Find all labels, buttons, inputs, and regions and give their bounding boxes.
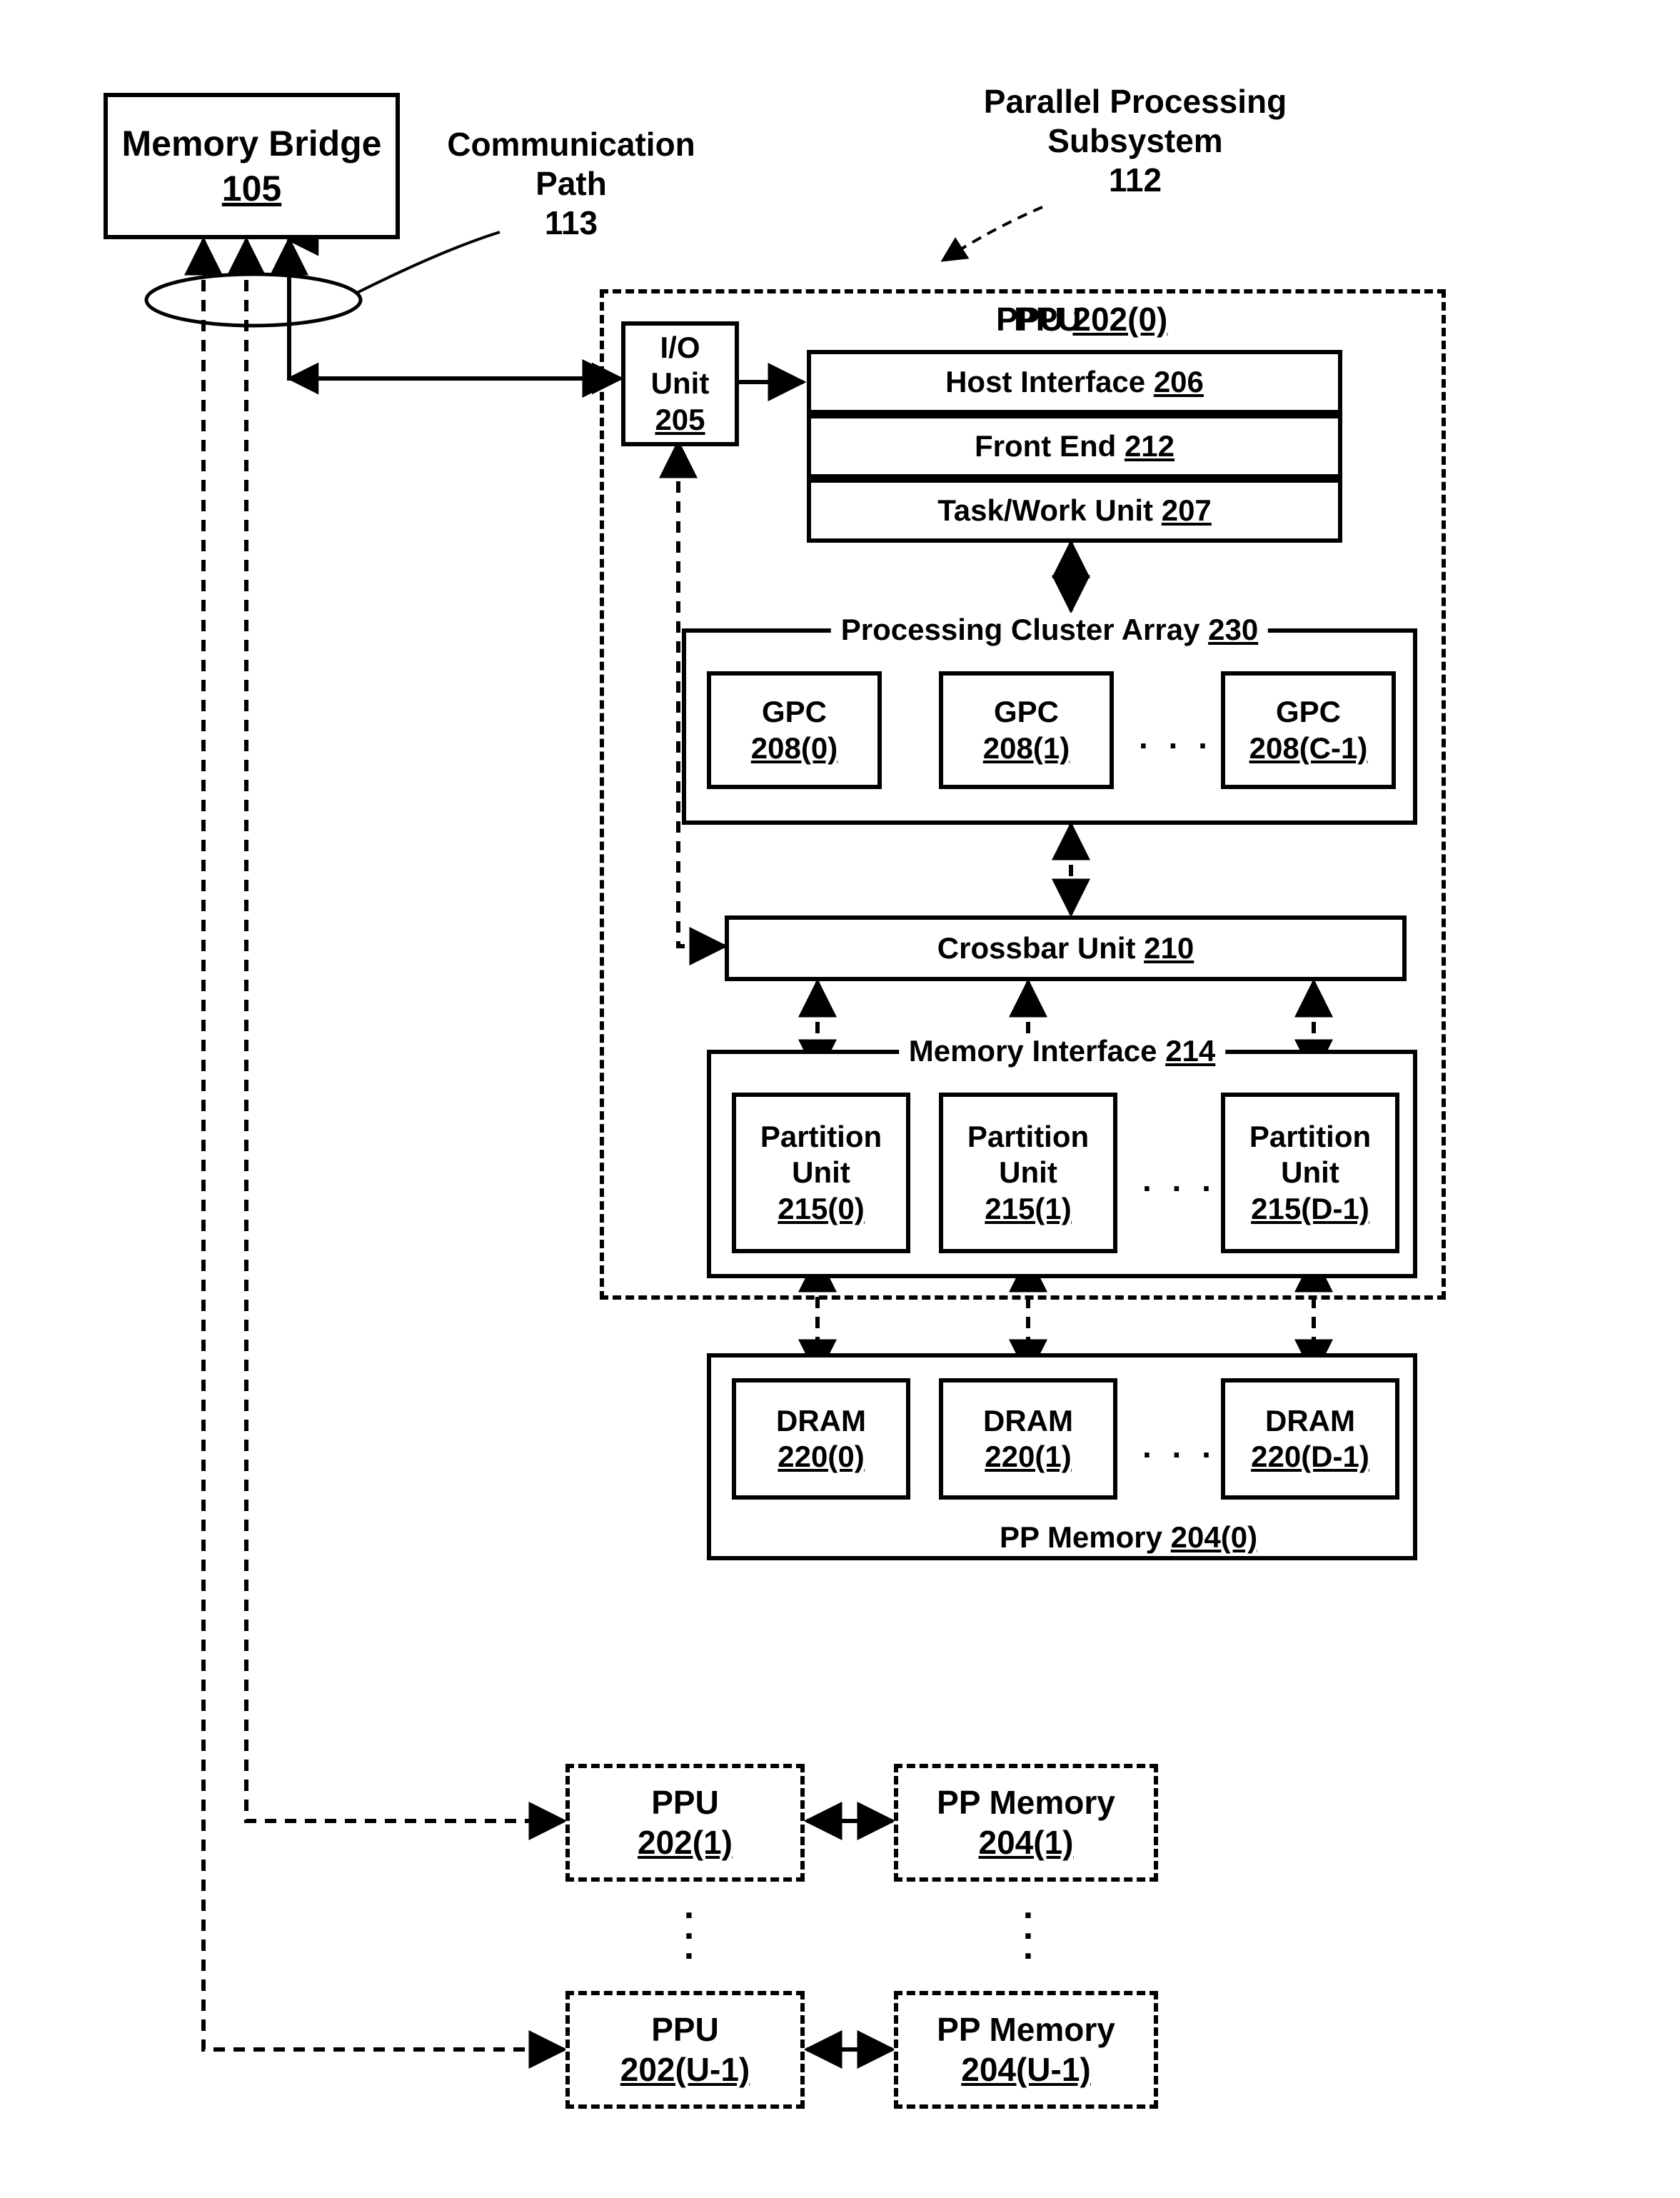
task-work-ref: 207: [1162, 493, 1212, 527]
crossbar-text: Crossbar Unit: [937, 931, 1144, 965]
ppmem1-box: PP Memory 204(1): [894, 1764, 1158, 1882]
gpc0-box: GPC 208(0): [707, 671, 882, 789]
comm-path-label: Communication Path 113: [436, 125, 707, 244]
comm-path-l2: Path: [436, 164, 707, 204]
pu0-l2: Unit: [792, 1155, 850, 1190]
subsystem-ref: 112: [964, 161, 1307, 200]
subsystem-l2: Subsystem: [964, 121, 1307, 161]
dramD-name: DRAM: [1265, 1403, 1355, 1439]
memory-bridge-box: Memory Bridge 105: [104, 93, 400, 239]
ppu1-name: PPU: [651, 1783, 719, 1822]
ppu1-ref: 202(1): [638, 1823, 733, 1862]
diagram-canvas: Memory Bridge 105 Communication Path 113…: [0, 0, 1680, 2198]
gpcC-box: GPC 208(C-1): [1221, 671, 1396, 789]
ppu0-title2: PPU 202(0): [996, 300, 1167, 339]
ppmem0-title: PP Memory 204(0): [1000, 1520, 1257, 1555]
front-end-box: Front End 212: [807, 414, 1342, 478]
io-unit-ref: 205: [655, 402, 705, 438]
puD-l1: Partition: [1249, 1119, 1371, 1155]
task-work-label: Task/Work Unit 207: [937, 493, 1212, 528]
crossbar-label: Crossbar Unit 210: [937, 930, 1194, 966]
host-if-ref: 206: [1154, 365, 1204, 398]
vdot3b: .: [1017, 1937, 1039, 1957]
ppu1-box: PPU 202(1): [565, 1764, 805, 1882]
pu1-ref: 215(1): [985, 1191, 1071, 1227]
memory-bridge-ref: 105: [222, 166, 281, 211]
memif-text: Memory Interface: [909, 1034, 1165, 1068]
gpc0-name: GPC: [762, 694, 827, 730]
gpc1-box: GPC 208(1): [939, 671, 1114, 789]
ppmemU-name: PP Memory: [937, 2010, 1115, 2049]
io-unit-l1: I/O: [660, 330, 700, 366]
subsystem-label: Parallel Processing Subsystem 112: [964, 82, 1307, 201]
pca-title: Processing Cluster Array 230: [831, 613, 1268, 647]
pca-ref: 230: [1208, 613, 1258, 646]
front-end-ref: 212: [1125, 429, 1175, 463]
gpc1-name: GPC: [994, 694, 1059, 730]
io-unit-box: I/O Unit 205: [621, 321, 739, 446]
host-if-text: Host Interface: [945, 365, 1154, 398]
puD-l2: Unit: [1281, 1155, 1339, 1190]
ppmem1-name: PP Memory: [937, 1783, 1115, 1822]
task-work-box: Task/Work Unit 207: [807, 478, 1342, 543]
dram0-name: DRAM: [776, 1403, 866, 1439]
comm-path-l1: Communication: [436, 125, 707, 164]
dramD-ref: 220(D-1): [1251, 1439, 1369, 1475]
dram1-box: DRAM 220(1): [939, 1378, 1117, 1500]
ppmem-vellipsis: . . .: [1017, 1896, 1039, 1957]
dram1-name: DRAM: [983, 1403, 1073, 1439]
subsystem-l1: Parallel Processing: [964, 82, 1307, 121]
dram-ellipsis: . . .: [1142, 1427, 1217, 1465]
ppu-vellipsis: . . .: [678, 1896, 700, 1957]
crossbar-ref: 210: [1144, 931, 1194, 965]
gpc-ellipsis: . . .: [1139, 718, 1213, 756]
comm-path-ref: 113: [436, 204, 707, 243]
memif-title: Memory Interface 214: [899, 1034, 1226, 1068]
ppmem0-text: PP Memory: [1000, 1520, 1171, 1554]
crossbar-box: Crossbar Unit 210: [725, 915, 1407, 981]
dram0-ref: 220(0): [778, 1439, 864, 1475]
dram0-box: DRAM 220(0): [732, 1378, 910, 1500]
host-interface-label: Host Interface 206: [945, 364, 1204, 400]
front-end-label: Front End 212: [975, 428, 1175, 464]
front-end-text: Front End: [975, 429, 1125, 463]
pu0-l1: Partition: [760, 1119, 882, 1155]
dramD-box: DRAM 220(D-1): [1221, 1378, 1399, 1500]
ppuU-box: PPU 202(U-1): [565, 1991, 805, 2109]
ppmemU-ref: 204(U-1): [961, 2050, 1091, 2089]
gpcC-ref: 208(C-1): [1249, 731, 1368, 766]
partition-ellipsis: . . .: [1142, 1160, 1217, 1199]
host-interface-box: Host Interface 206: [807, 350, 1342, 414]
partition0-box: Partition Unit 215(0): [732, 1093, 910, 1253]
ppuU-ref: 202(U-1): [620, 2050, 750, 2089]
pu1-l2: Unit: [999, 1155, 1057, 1190]
partition1-box: Partition Unit 215(1): [939, 1093, 1117, 1253]
task-work-text: Task/Work Unit: [937, 493, 1162, 527]
ppmem0-ref: 204(0): [1171, 1520, 1257, 1554]
io-unit-l2: Unit: [651, 366, 710, 401]
memif-ref: 214: [1165, 1034, 1215, 1068]
gpc0-ref: 208(0): [751, 731, 838, 766]
gpc1-ref: 208(1): [983, 731, 1070, 766]
puD-ref: 215(D-1): [1251, 1191, 1369, 1227]
pca-text: Processing Cluster Array: [841, 613, 1208, 646]
memory-bridge-label: Memory Bridge: [122, 121, 382, 166]
pu0-ref: 215(0): [778, 1191, 864, 1227]
partitionD-box: Partition Unit 215(D-1): [1221, 1093, 1399, 1253]
gpcC-name: GPC: [1276, 694, 1341, 730]
ppmemU-box: PP Memory 204(U-1): [894, 1991, 1158, 2109]
pu1-l1: Partition: [967, 1119, 1089, 1155]
dram1-ref: 220(1): [985, 1439, 1071, 1475]
ppuU-name: PPU: [651, 2010, 719, 2049]
vdot3a: .: [678, 1937, 700, 1957]
ppmem1-ref: 204(1): [979, 1823, 1074, 1862]
